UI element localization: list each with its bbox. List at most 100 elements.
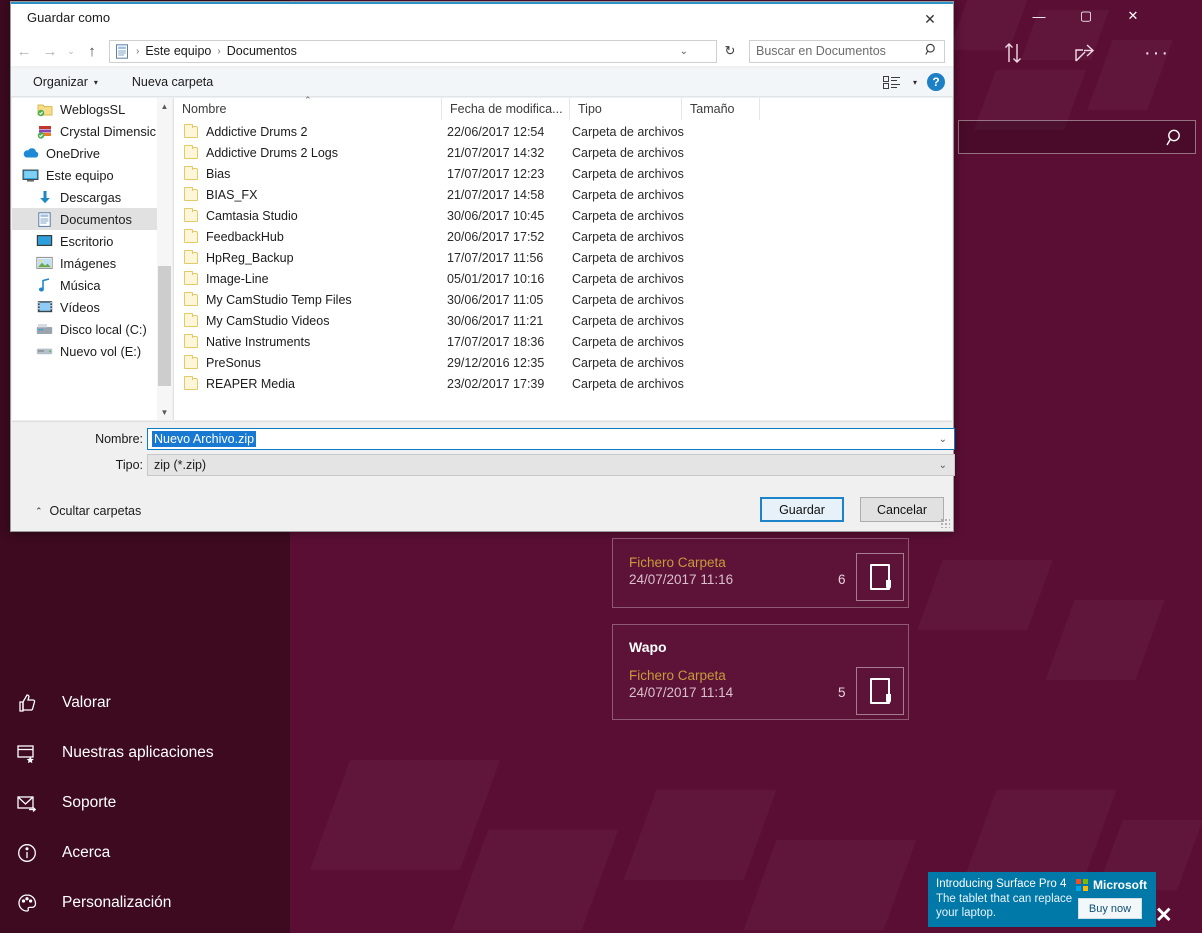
tree-item-este-equipo[interactable]: Este equipo [12,164,172,186]
ad-subline-1: The tablet that can replace [936,893,1073,905]
tree-item-escritorio[interactable]: Escritorio [12,230,172,252]
apps-star-icon [14,740,40,766]
table-row[interactable]: Camtasia Studio 30/06/2017 10:45 Carpeta d… [174,205,952,226]
nav-item-nuestras-aplicaciones[interactable]: Nuestras aplicaciones [0,728,290,778]
table-row[interactable]: PreSonus 29/12/2016 12:35 Carpeta de archi… [174,352,952,373]
app-minimize-button[interactable]: — [1016,0,1062,32]
more-icon[interactable]: ··· [1142,38,1172,68]
organize-button[interactable]: Organizar ▾ [25,75,106,89]
tree-item-im-genes[interactable]: Imágenes [12,252,172,274]
chevron-down-icon: ▾ [93,77,98,87]
recent-locations-button[interactable]: ⌄ [63,46,79,57]
dialog-close-button[interactable]: ✕ [907,4,953,34]
hide-folders-button[interactable]: ⌃ Ocultar carpetas [35,504,141,518]
app-close-button[interactable]: ✕ [1110,0,1156,32]
thumbs-up-icon [14,690,40,716]
view-list-icon[interactable] [881,74,903,90]
chevron-up-icon: ⌃ [35,505,43,516]
table-row[interactable]: Addictive Drums 2 Logs 21/07/2017 14:32 Ca… [174,142,952,163]
table-row[interactable]: My CamStudio Temp Files 30/06/2017 11:05 C… [174,289,952,310]
file-type: Carpeta de archivos [572,166,684,181]
table-row[interactable]: BIAS_FX 21/07/2017 14:58 Carpeta de archiv… [174,184,952,205]
up-button[interactable]: ↑ [79,38,105,64]
microsoft-logo: Microsoft [1076,878,1147,892]
table-row[interactable]: FeedbackHub 20/06/2017 17:52 Carpeta de ar… [174,226,952,247]
nav-item-label: Valorar [62,694,111,711]
table-row[interactable]: Image-Line 05/01/2017 10:16 Carpeta de arc… [174,268,952,289]
scrollbar-thumb[interactable] [158,266,171,386]
view-dropdown-button[interactable]: ▾ [913,78,917,87]
tree-item-label: Vídeos [60,299,100,315]
tree-item-weblogssl[interactable]: WeblogsSL [12,98,172,120]
new-folder-button[interactable]: Nueva carpeta [124,75,221,89]
nav-item-acerca[interactable]: Acerca [0,828,290,878]
list-item[interactable]: Fichero Carpeta 24/07/2017 11:16 6 [612,538,909,608]
tree-item-crystal-dimensic[interactable]: Crystal Dimensic [12,120,172,142]
share-icon[interactable] [1070,38,1100,68]
tree-item-v-deos[interactable]: Vídeos [12,296,172,318]
breadcrumb-este-equipo[interactable]: Este equipo [145,44,211,58]
filetype-select[interactable]: zip (*.zip) ⌄ [147,454,955,476]
resize-grip[interactable] [940,518,950,528]
toolbar-right-group: ▾ ? [881,73,945,91]
nav-item-soporte[interactable]: Soporte [0,778,290,828]
tree-item-disco-local-c[interactable]: Disco local (C:) [12,318,172,340]
nav-item-personalizacion[interactable]: Personalización [0,878,290,928]
save-button[interactable]: Guardar [760,497,844,522]
scroll-down-icon[interactable]: ▼ [157,404,172,420]
nav-item-valorar[interactable]: Valorar [0,678,290,728]
cancel-button[interactable]: Cancelar [860,497,944,522]
forward-button[interactable]: → [37,38,63,64]
file-date: 17/07/2017 12:23 [447,166,545,181]
file-type: Carpeta de archivos [572,355,684,370]
filename-value: Nuevo Archivo.zip [152,431,257,447]
filename-input[interactable]: Nuevo Archivo.zip ⌄ [147,428,955,450]
chevron-down-icon[interactable]: ⌄ [939,460,947,471]
table-row[interactable]: HpReg_Backup 17/07/2017 11:56 Carpeta de a… [174,247,952,268]
table-row[interactable]: REAPER Media 23/02/2017 17:39 Carpeta de a… [174,373,952,394]
chevron-down-icon: ⌄ [67,45,75,56]
buy-now-button[interactable]: Buy now [1078,898,1142,919]
column-header-date[interactable]: Fecha de modifica... [442,98,570,120]
computer-icon [22,167,39,184]
table-row[interactable]: Bias 17/07/2017 12:23 Carpeta de archivos [174,163,952,184]
column-header-size[interactable]: Tamaño [682,98,760,120]
tree-item-documentos[interactable]: Documentos [12,208,172,230]
chevron-down-icon[interactable]: ⌄ [939,434,947,445]
dialog-title: Guardar como [27,10,111,25]
address-dropdown-button[interactable]: ⌄ [680,46,688,57]
app-search-input[interactable] [958,120,1196,154]
new-folder-label: Nueva carpeta [131,75,214,89]
file-type: Carpeta de archivos [572,145,684,160]
search-input[interactable]: Buscar en Documentos [749,39,945,63]
ad-subline-2: your laptop. [936,907,997,919]
tree-scrollbar[interactable]: ▲ ▼ [157,98,172,420]
refresh-button[interactable]: ↻ [717,43,743,59]
column-header-name[interactable]: Nombre ⌃ [174,95,442,120]
save-as-dialog: Guardar como ✕ ← → ⌄ ↑ › Este equipo › D… [10,1,955,532]
tree-item-label: Crystal Dimensic [60,123,156,139]
sort-icon[interactable] [998,38,1028,68]
breadcrumb-documentos[interactable]: Documentos [227,44,297,58]
ad-close-button[interactable]: ✕ [1155,905,1173,926]
file-type: Carpeta de archivos [572,250,684,265]
list-item[interactable]: Wapo Fichero Carpeta 24/07/2017 11:14 5 [612,624,909,720]
tree-item-nuevo-vol-e[interactable]: Nuevo vol (E:) [12,340,172,362]
column-header-type[interactable]: Tipo [570,98,682,120]
scroll-up-icon[interactable]: ▲ [157,98,172,114]
tree-item-m-sica[interactable]: Música [12,274,172,296]
back-button[interactable]: ← [11,38,37,64]
folder-icon [184,333,198,348]
table-row[interactable]: My CamStudio Videos 30/06/2017 11:21 Carpe… [174,310,952,331]
tree-item-onedrive[interactable]: OneDrive [12,142,172,164]
app-maximize-button[interactable]: ▢ [1063,0,1109,32]
help-button[interactable]: ? [927,73,945,91]
file-name: My CamStudio Videos [206,313,330,328]
tree-item-descargas[interactable]: Descargas [12,186,172,208]
advertisement-banner[interactable]: Introducing Surface Pro 4 The tablet tha… [928,872,1156,927]
table-row[interactable]: Addictive Drums 2 22/06/2017 12:54 Carpeta… [174,121,952,142]
table-row[interactable]: Native Instruments 17/07/2017 18:36 Carpet… [174,331,952,352]
file-name: HpReg_Backup [206,250,294,265]
address-bar[interactable]: › Este equipo › Documentos ⌄ [109,39,717,63]
screen: — ▢ ✕ ··· Fichero Carpeta 24/07/2017 11:… [0,0,1202,933]
